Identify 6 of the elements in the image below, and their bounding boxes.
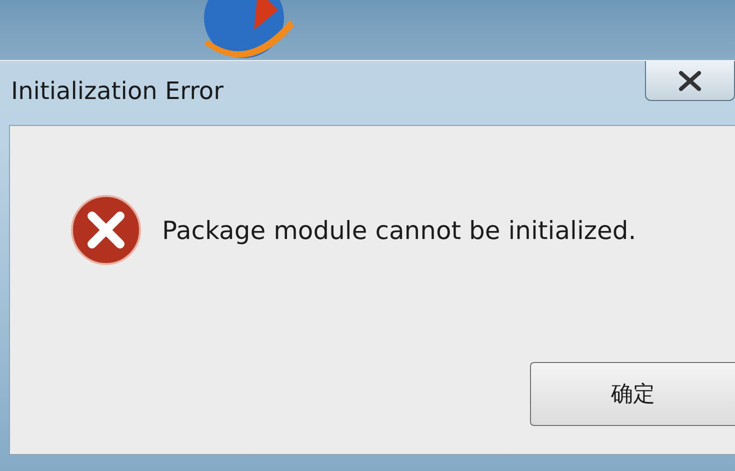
close-button[interactable]	[645, 61, 735, 101]
close-icon	[678, 70, 702, 90]
error-message: Package module cannot be initialized.	[162, 216, 636, 244]
error-icon	[70, 194, 142, 266]
ok-button[interactable]: 确定	[530, 362, 735, 426]
window-title: Initialization Error	[11, 77, 224, 105]
